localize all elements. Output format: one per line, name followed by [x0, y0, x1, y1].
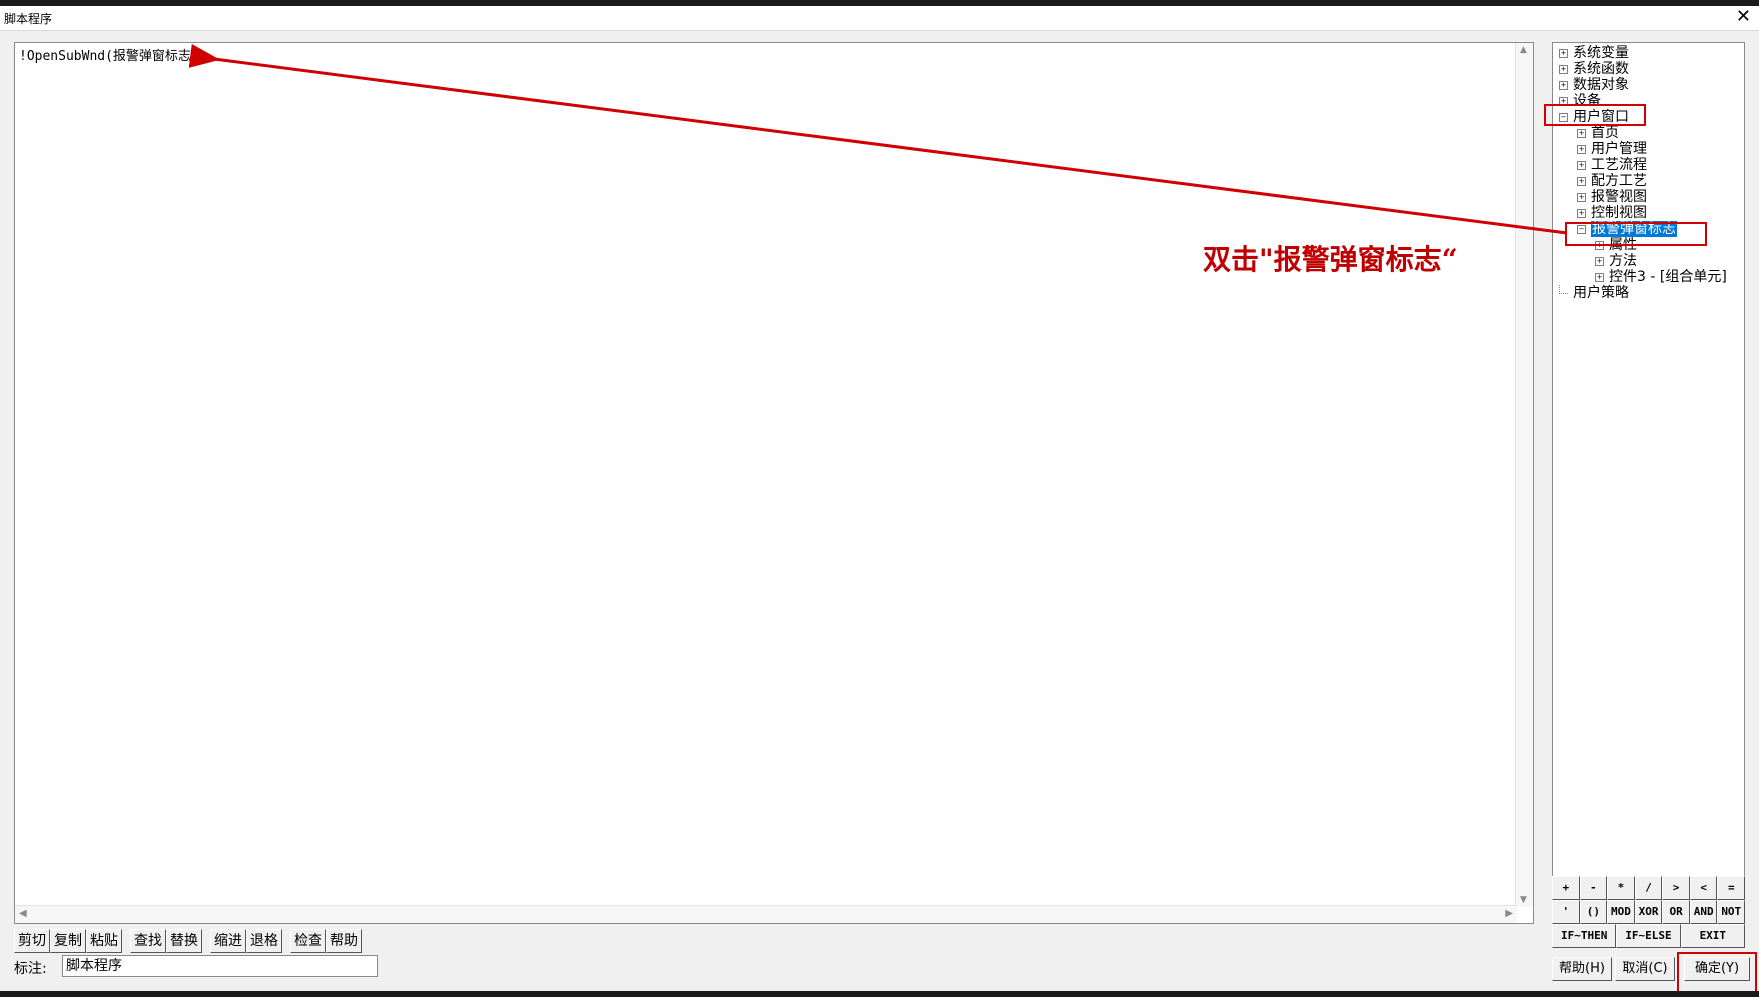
object-tree[interactable]: + 系统变量 + 系统函数 + 数据对象 + 设备 − 用户窗口 + 首页 + 用户管理 + 工… — [1552, 42, 1745, 898]
copy-button[interactable]: 复制 — [50, 929, 86, 953]
key-mod[interactable]: MOD — [1607, 900, 1635, 924]
expand-icon[interactable]: + — [1595, 272, 1604, 282]
expand-icon[interactable]: + — [1595, 256, 1604, 266]
collapse-icon[interactable]: − — [1559, 112, 1568, 122]
key-quote[interactable]: ' — [1552, 900, 1580, 924]
expand-icon[interactable]: + — [1559, 64, 1568, 74]
scroll-right-icon[interactable]: ▶ — [1505, 908, 1513, 919]
keypad-row: + - * / > < = — [1552, 876, 1746, 900]
key-not[interactable]: NOT — [1717, 900, 1746, 924]
expand-icon[interactable]: + — [1577, 176, 1586, 186]
tree-node-window[interactable]: + 工艺流程 — [1577, 157, 1647, 173]
tree-node-system-funcs[interactable]: + 系统函数 — [1559, 61, 1629, 77]
script-editor[interactable]: !OpenSubWnd(报警弹窗标志 ) ▲ ▼ ◀ ▶ — [14, 42, 1534, 924]
close-icon[interactable]: ✕ — [1736, 6, 1751, 28]
key-and[interactable]: AND — [1689, 900, 1718, 924]
expand-icon[interactable]: + — [1559, 48, 1568, 58]
tree-node-window[interactable]: + 用户管理 — [1577, 141, 1647, 157]
expand-icon[interactable]: + — [1577, 208, 1586, 218]
key-equals[interactable]: = — [1717, 876, 1746, 900]
paste-button[interactable]: 粘贴 — [86, 929, 122, 953]
key-minus[interactable]: - — [1579, 876, 1608, 900]
tree-line-icon — [1559, 284, 1568, 294]
tree-node-user-windows[interactable]: − 用户窗口 — [1559, 109, 1629, 125]
code-line[interactable]: !OpenSubWnd(报警弹窗标志 ) — [19, 45, 207, 64]
tree-node-devices[interactable]: + 设备 — [1559, 93, 1601, 109]
key-divide[interactable]: / — [1634, 876, 1663, 900]
tree-node-properties[interactable]: + 属性 — [1595, 237, 1637, 253]
tree-node-window[interactable]: + 首页 — [1577, 125, 1619, 141]
dialog-buttons: 帮助(H) 取消(C) 确定(Y) — [1552, 957, 1750, 981]
tree-node-methods[interactable]: + 方法 — [1595, 253, 1637, 269]
expand-icon[interactable]: + — [1577, 128, 1586, 138]
replace-button[interactable]: 替换 — [166, 929, 202, 953]
tree-node-window[interactable]: + 报警视图 — [1577, 189, 1647, 205]
expand-icon[interactable]: + — [1577, 144, 1586, 154]
keypad-row: IF~THEN IF~ELSE EXIT — [1552, 924, 1745, 948]
tree-node-user-strategy[interactable]: 用户策略 — [1559, 284, 1629, 301]
note-label: 标注: — [14, 961, 47, 977]
scroll-up-icon[interactable]: ▲ — [1520, 45, 1527, 55]
cancel-button[interactable]: 取消(C) — [1615, 957, 1675, 981]
horizontal-scrollbar[interactable]: ◀ ▶ — [15, 905, 1517, 923]
ok-button[interactable]: 确定(Y) — [1684, 957, 1750, 981]
annotation-text: 双击"报警弹窗标志“ — [1203, 243, 1458, 276]
taskbar-strip — [0, 991, 1759, 997]
key-if-else[interactable]: IF~ELSE — [1616, 924, 1681, 948]
key-less[interactable]: < — [1689, 876, 1718, 900]
cut-button[interactable]: 剪切 — [14, 929, 50, 953]
key-exit[interactable]: EXIT — [1680, 924, 1745, 948]
expand-icon[interactable]: + — [1595, 240, 1604, 250]
outdent-button[interactable]: 退格 — [246, 929, 282, 953]
find-button[interactable]: 查找 — [130, 929, 166, 953]
vertical-scrollbar[interactable]: ▲ ▼ — [1515, 43, 1533, 907]
tree-node-control3[interactable]: + 控件3 - [组合单元] — [1595, 269, 1727, 285]
window-titlebar: 脚本程序 ✕ — [0, 6, 1759, 31]
expand-icon[interactable]: + — [1577, 160, 1586, 170]
key-or[interactable]: OR — [1662, 900, 1690, 924]
tree-node-system-vars[interactable]: + 系统变量 — [1559, 45, 1629, 61]
indent-button[interactable]: 缩进 — [210, 929, 246, 953]
expand-icon[interactable]: + — [1577, 192, 1586, 202]
check-button[interactable]: 检查 — [290, 929, 326, 953]
keypad-row: ' () MOD XOR OR AND NOT — [1552, 900, 1746, 924]
note-field[interactable]: 脚本程序 — [62, 955, 378, 977]
expand-icon[interactable]: + — [1559, 80, 1568, 90]
key-if-then[interactable]: IF~THEN — [1552, 924, 1617, 948]
tree-node-selected-window[interactable]: − 报警弹窗标志 — [1577, 221, 1677, 237]
key-parens[interactable]: () — [1579, 900, 1608, 924]
collapse-icon[interactable]: − — [1577, 224, 1586, 234]
key-multiply[interactable]: * — [1607, 876, 1635, 900]
window-title: 脚本程序 — [4, 12, 53, 26]
operator-keypad: + - * / > < = ' () MOD XOR OR AND NOT IF… — [1552, 876, 1746, 948]
key-plus[interactable]: + — [1552, 876, 1580, 900]
key-greater[interactable]: > — [1662, 876, 1690, 900]
help-button[interactable]: 帮助(H) — [1552, 957, 1612, 981]
help-toolbar-button[interactable]: 帮助 — [326, 929, 362, 953]
scroll-down-icon[interactable]: ▼ — [1520, 895, 1527, 905]
tree-node-window[interactable]: + 配方工艺 — [1577, 173, 1647, 189]
scroll-left-icon[interactable]: ◀ — [19, 908, 27, 919]
expand-icon[interactable]: + — [1559, 96, 1568, 106]
tree-node-data-objects[interactable]: + 数据对象 — [1559, 77, 1629, 93]
editor-toolbar: 剪切 复制 粘贴 查找 替换 缩进 退格 检查 帮助 — [14, 929, 362, 953]
tree-node-window[interactable]: + 控制视图 — [1577, 205, 1647, 221]
key-xor[interactable]: XOR — [1634, 900, 1663, 924]
